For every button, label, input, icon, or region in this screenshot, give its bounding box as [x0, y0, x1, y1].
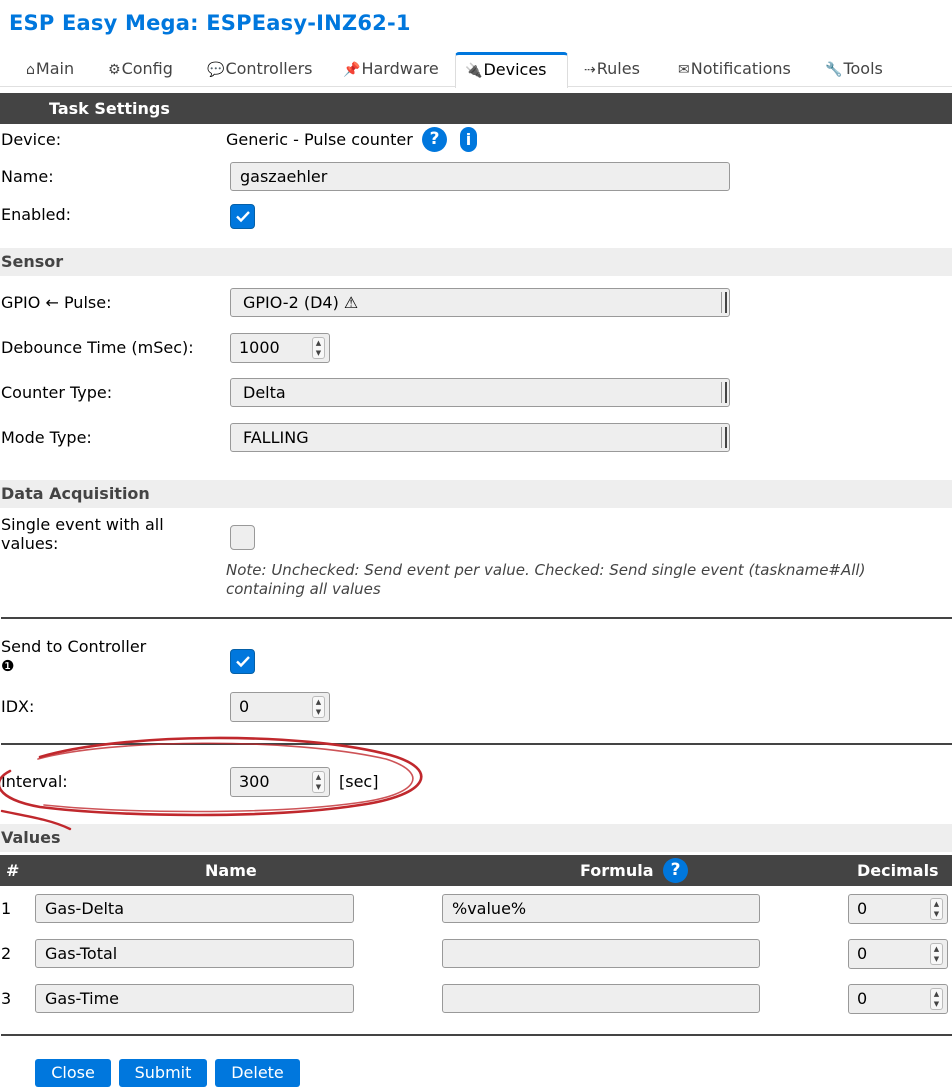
pushpin-icon: 📌 [343, 62, 361, 78]
delete-button[interactable]: Delete [215, 1059, 300, 1087]
help-icon[interactable]: ? [422, 127, 447, 152]
tab-main[interactable]: ⌂Main [17, 52, 83, 87]
dropdown-arrow-icon [721, 427, 727, 448]
envelope-icon: ✉ [678, 62, 690, 78]
single-event-label-line1: Single event with all [1, 515, 164, 534]
value-decimals-input[interactable]: 0 ▲ ▼ [848, 894, 948, 924]
tab-config[interactable]: ⚙Config [99, 52, 182, 87]
spinner-icon[interactable]: ▲ ▼ [930, 898, 943, 920]
divider [1, 1034, 952, 1036]
value-name-input[interactable]: Gas-Delta [35, 894, 354, 923]
task-name-input[interactable]: gaszaehler [230, 162, 730, 191]
row-index: 3 [1, 989, 12, 1008]
tab-tools[interactable]: 🔧Tools [816, 52, 892, 87]
value-decimals-input[interactable]: 0 ▲ ▼ [848, 939, 948, 969]
data-acquisition-section-header: Data Acquisition [0, 480, 952, 508]
value-formula-input[interactable] [442, 939, 760, 968]
dropdown-arrow-icon [721, 292, 727, 313]
arrow-icon: ⇢ [584, 62, 596, 78]
page-title: ESP Easy Mega: ESPEasy-INZ62-1 [9, 11, 411, 35]
device-label: Device: [1, 130, 62, 149]
debounce-label: Debounce Time (mSec): [1, 338, 194, 357]
info-icon[interactable]: i [460, 127, 477, 152]
send-to-controller-checkbox[interactable] [230, 649, 255, 674]
task-settings-header: Task Settings [0, 93, 952, 124]
spinner-icon[interactable]: ▲ ▼ [312, 337, 325, 359]
controller-number-badge: ❶ [1, 657, 15, 675]
counter-type-label: Counter Type: [1, 383, 113, 402]
value-name-input[interactable]: Gas-Total [35, 939, 354, 968]
row-index: 2 [1, 944, 12, 963]
spinner-icon[interactable]: ▲ ▼ [312, 771, 325, 793]
values-section-header: Values [0, 824, 952, 852]
divider [1, 617, 952, 619]
submit-button[interactable]: Submit [119, 1059, 207, 1087]
single-event-note-line2: containing all values [226, 580, 381, 598]
close-button[interactable]: Close [35, 1059, 111, 1087]
tab-notifications[interactable]: ✉Notifications [669, 52, 800, 87]
mode-type-label: Mode Type: [1, 428, 92, 447]
gear-icon: ⚙ [108, 62, 121, 78]
column-header-formula: Formula [580, 861, 654, 880]
plug-icon: 🔌 [465, 63, 483, 79]
tab-rules[interactable]: ⇢Rules [575, 52, 649, 87]
value-name-input[interactable]: Gas-Time [35, 984, 354, 1013]
dropdown-arrow-icon [721, 382, 727, 403]
speech-bubble-icon: 💬 [207, 62, 225, 78]
spinner-icon[interactable]: ▲ ▼ [312, 696, 325, 718]
divider [1, 743, 952, 745]
sensor-section-header: Sensor [0, 248, 952, 276]
checkmark-icon [236, 211, 250, 223]
gpio-select[interactable]: GPIO-2 (D4) ⚠ [230, 288, 730, 317]
idx-input[interactable]: 0 ▲ ▼ [230, 692, 330, 722]
name-label: Name: [1, 167, 54, 186]
enabled-label: Enabled: [1, 205, 72, 224]
spinner-icon[interactable]: ▲ ▼ [930, 988, 943, 1010]
single-event-checkbox[interactable] [230, 525, 255, 550]
home-icon: ⌂ [26, 62, 35, 78]
single-event-label-line2: values: [1, 534, 59, 553]
values-table-header: # Name Formula Decimals [0, 855, 952, 886]
mode-type-select[interactable]: FALLING [230, 423, 730, 452]
column-header-index: # [6, 861, 20, 880]
enabled-checkbox[interactable] [230, 204, 255, 229]
column-header-decimals: Decimals [857, 861, 939, 880]
checkmark-icon [236, 656, 250, 668]
debounce-input[interactable]: 1000 ▲ ▼ [230, 333, 330, 363]
single-event-note-line1: Note: Unchecked: Send event per value. C… [226, 561, 866, 579]
wrench-icon: 🔧 [825, 62, 843, 78]
interval-unit: [sec] [339, 772, 379, 791]
counter-type-select[interactable]: Delta [230, 378, 730, 407]
main-menu: ⌂Main ⚙Config 💬Controllers 📌Hardware 🔌De… [0, 52, 952, 88]
column-header-name: Name [205, 861, 257, 880]
tab-devices[interactable]: 🔌Devices [455, 52, 568, 88]
device-value: Generic - Pulse counter [226, 130, 413, 149]
value-formula-input[interactable]: %value% [442, 894, 760, 923]
spinner-icon[interactable]: ▲ ▼ [930, 943, 943, 965]
formula-help-icon[interactable]: ? [663, 858, 688, 883]
interval-label: Interval: [1, 772, 68, 791]
tab-hardware[interactable]: 📌Hardware [334, 52, 448, 87]
row-index: 1 [1, 899, 12, 918]
value-formula-input[interactable] [442, 984, 760, 1013]
tab-controllers[interactable]: 💬Controllers [198, 52, 321, 87]
gpio-label: GPIO ← Pulse: [1, 293, 112, 312]
send-to-controller-label: Send to Controller [1, 637, 147, 656]
idx-label: IDX: [1, 697, 35, 716]
value-decimals-input[interactable]: 0 ▲ ▼ [848, 984, 948, 1014]
interval-input[interactable]: 300 ▲ ▼ [230, 767, 330, 797]
